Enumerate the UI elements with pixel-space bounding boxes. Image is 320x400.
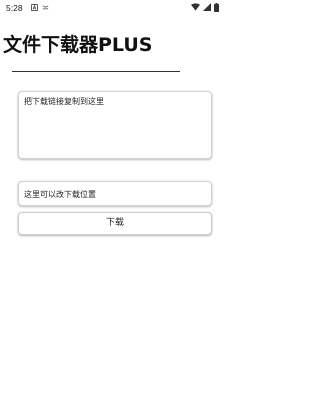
wifi-icon <box>191 3 200 11</box>
download-url-field[interactable]: 把下载链接复制到这里 <box>18 91 212 159</box>
notification-a-icon <box>31 4 38 11</box>
status-bar: 5:28 <box>0 0 225 16</box>
title-divider <box>12 71 180 72</box>
status-time: 5:28 <box>6 3 23 13</box>
download-path-field[interactable]: 这里可以改下载位置 <box>18 181 212 206</box>
page-title: 文件下载器PLUS <box>3 34 153 56</box>
battery-icon <box>214 3 219 12</box>
usb-icon <box>42 5 49 10</box>
download-button[interactable]: 下载 <box>18 212 212 235</box>
signal-icon <box>203 3 211 11</box>
